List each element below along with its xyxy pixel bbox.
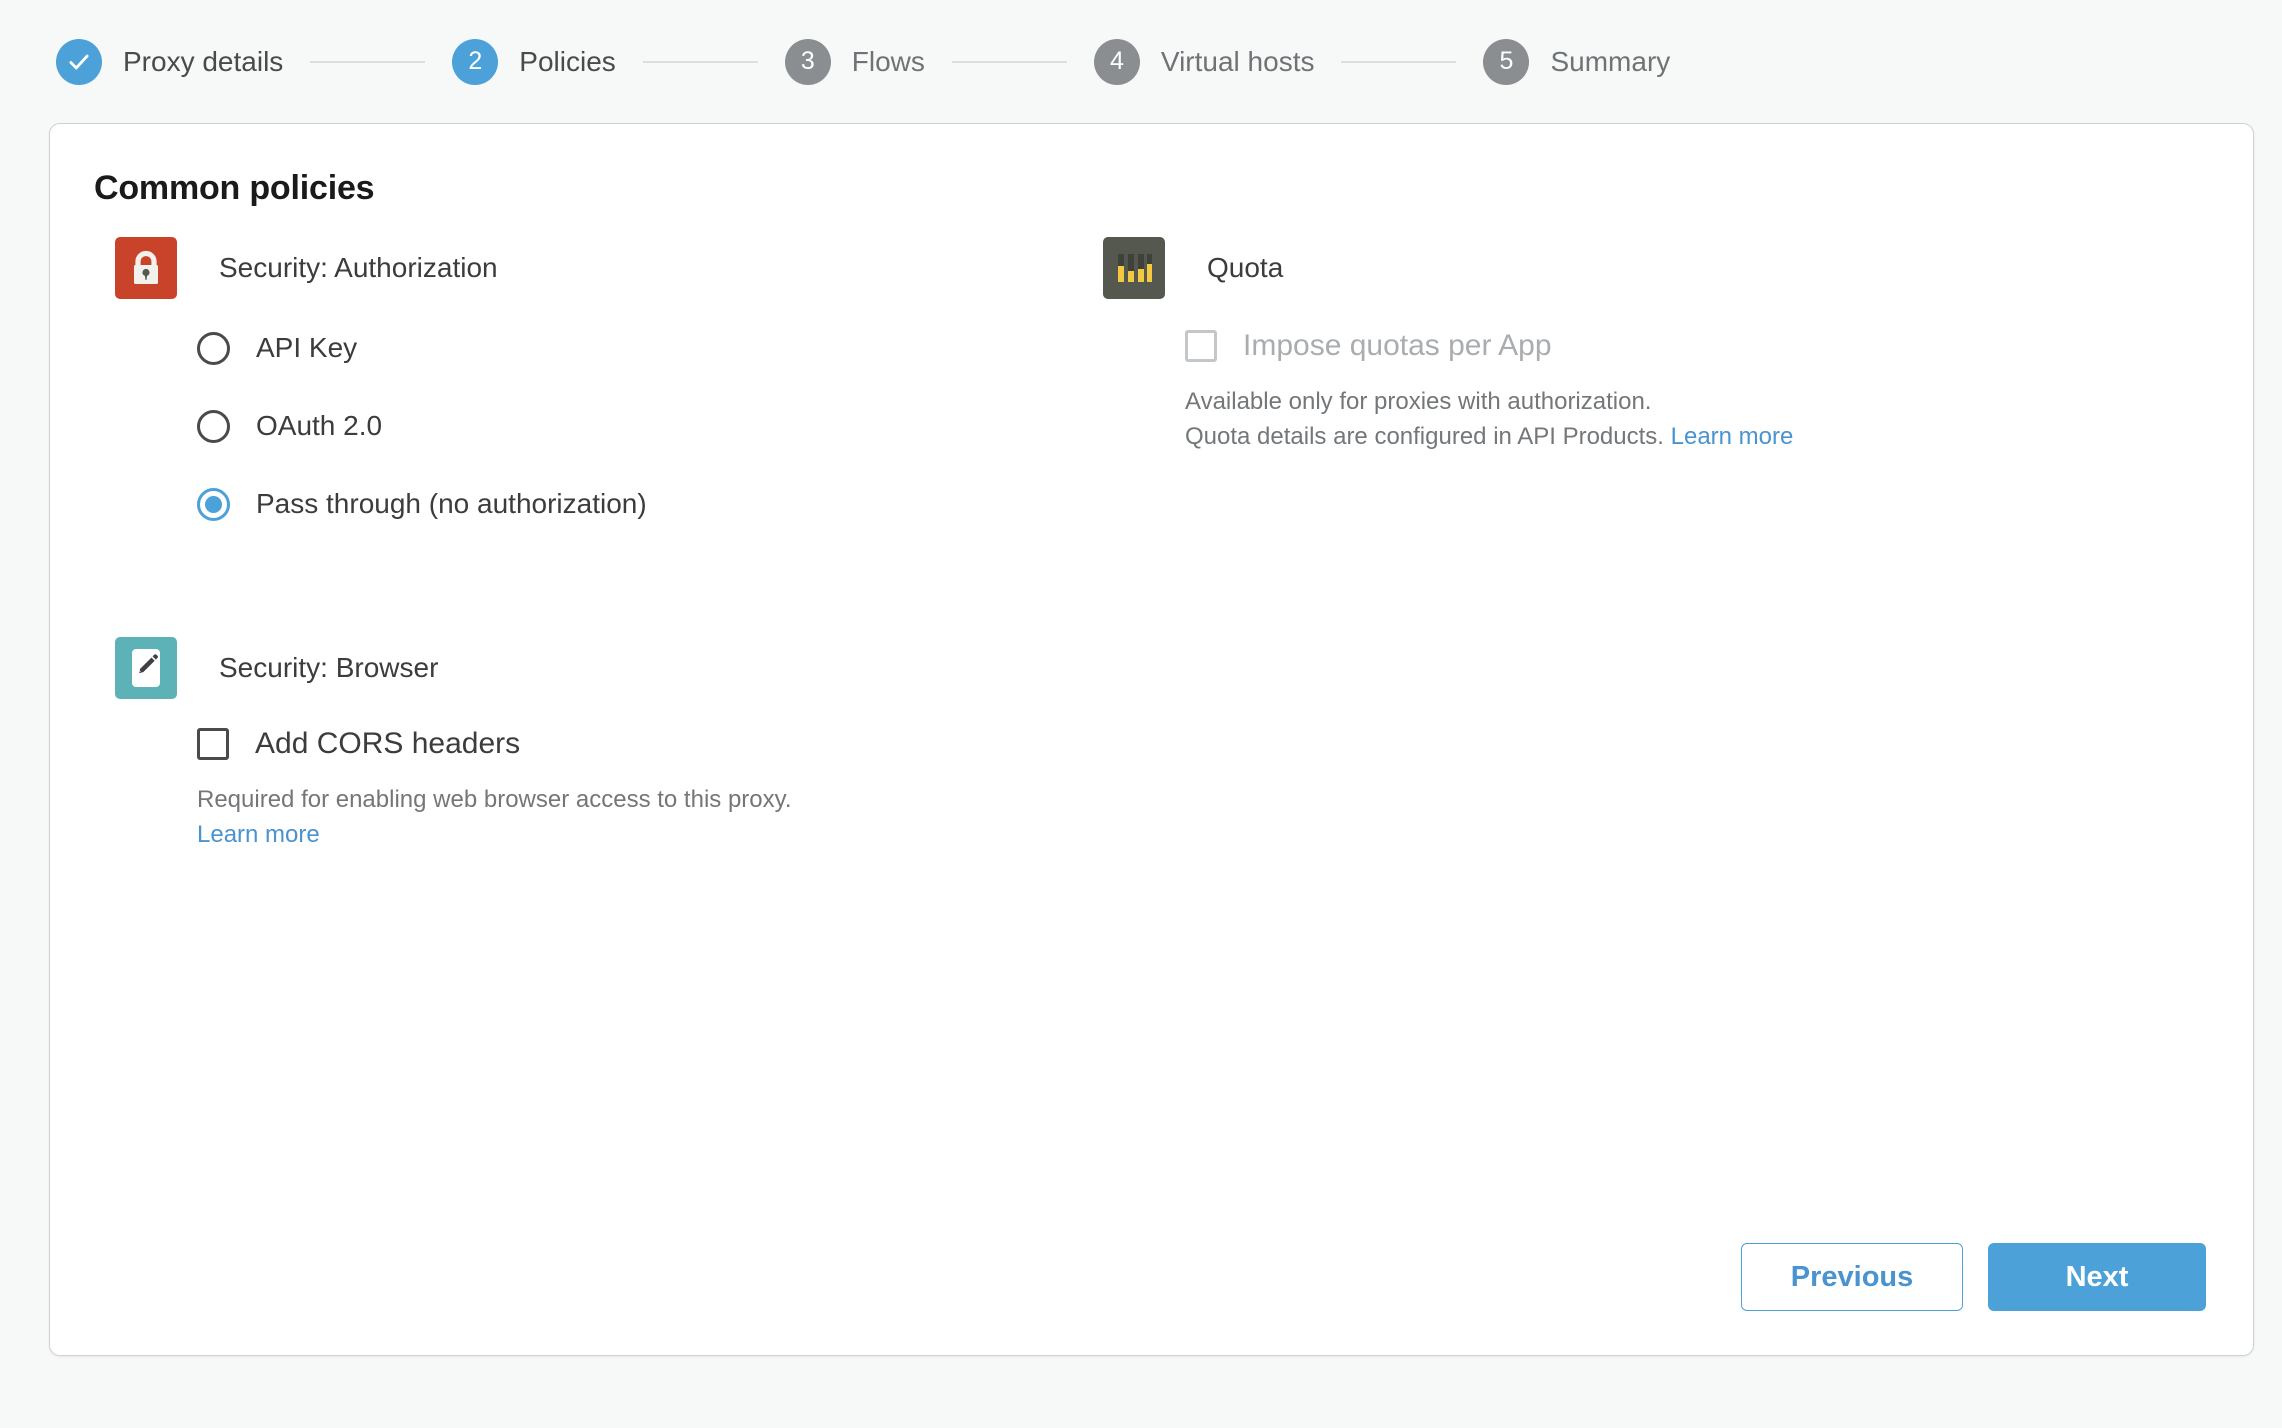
policy-group-browser: Security: Browser Add CORS headers Requi… bbox=[115, 637, 1035, 853]
policies-columns: Security: Authorization API Key OAuth 2.… bbox=[50, 237, 2253, 853]
step-label-summary: Summary bbox=[1550, 45, 1671, 77]
step-connector-4 bbox=[1341, 60, 1457, 63]
check-icon bbox=[69, 54, 89, 69]
policy-group-quota: Quota Impose quotas per App Available on… bbox=[1103, 237, 2253, 455]
page-title: Common policies bbox=[94, 169, 375, 207]
quota-helper-text: Available only for proxies with authoriz… bbox=[1185, 385, 2253, 455]
policy-header-quota: Quota bbox=[1103, 237, 2253, 299]
policy-name-browser: Security: Browser bbox=[219, 652, 439, 683]
checkbox-label-impose-quotas-per-app: Impose quotas per App bbox=[1243, 329, 1552, 362]
policy-name-authorization: Security: Authorization bbox=[219, 252, 498, 283]
step-policies[interactable]: 2 Policies bbox=[452, 38, 616, 85]
policy-header-browser: Security: Browser bbox=[115, 637, 1035, 699]
step-connector-1 bbox=[310, 60, 426, 63]
next-button[interactable]: Next bbox=[1988, 1243, 2206, 1311]
checkbox-add-cors-headers[interactable] bbox=[197, 728, 229, 760]
step-label-proxy-details: Proxy details bbox=[123, 45, 284, 77]
quota-bars-icon bbox=[1103, 237, 1165, 299]
browser-learn-more-link[interactable]: Learn more bbox=[197, 821, 320, 848]
radio-option-pass-through[interactable]: Pass through (no authorization) bbox=[197, 477, 1035, 531]
policy-header-authorization: Security: Authorization bbox=[115, 237, 1035, 299]
radio-label-api-key: API Key bbox=[256, 332, 358, 363]
pencil-icon bbox=[115, 637, 177, 699]
checkbox-row-add-cors-headers[interactable]: Add CORS headers bbox=[197, 719, 1035, 769]
step-bullet-3: 3 bbox=[784, 38, 831, 85]
radio-label-pass-through: Pass through (no authorization) bbox=[256, 488, 647, 519]
radio-oauth[interactable] bbox=[197, 409, 230, 443]
radio-label-oauth: OAuth 2.0 bbox=[256, 410, 383, 441]
policy-name-quota: Quota bbox=[1207, 252, 1284, 283]
checkbox-label-add-cors-headers: Add CORS headers bbox=[255, 727, 521, 760]
step-label-virtual-hosts: Virtual hosts bbox=[1160, 45, 1315, 77]
step-connector-2 bbox=[642, 60, 758, 63]
browser-options: Add CORS headers Required for enabling w… bbox=[115, 719, 1035, 853]
checkbox-row-impose-quotas: Impose quotas per App bbox=[1185, 321, 2253, 371]
step-summary[interactable]: 5 Summary bbox=[1483, 38, 1671, 85]
browser-helper-text: Required for enabling web browser access… bbox=[197, 783, 1035, 853]
radio-api-key[interactable] bbox=[197, 331, 230, 365]
browser-helper-line: Required for enabling web browser access… bbox=[197, 786, 792, 813]
radio-option-api-key[interactable]: API Key bbox=[197, 321, 1035, 375]
checkbox-impose-quotas-per-app bbox=[1185, 330, 1217, 362]
step-connector-3 bbox=[951, 60, 1067, 63]
quota-learn-more-link[interactable]: Learn more bbox=[1671, 423, 1794, 450]
policy-group-authorization: Security: Authorization API Key OAuth 2.… bbox=[115, 237, 1035, 531]
step-label-policies: Policies bbox=[519, 45, 616, 77]
step-bullet-4: 4 bbox=[1093, 38, 1140, 85]
radio-pass-through[interactable] bbox=[197, 487, 230, 521]
step-bullet-check bbox=[56, 38, 102, 85]
authorization-radio-group: API Key OAuth 2.0 Pass through (no autho… bbox=[115, 321, 1035, 531]
wizard-stepper: Proxy details 2 Policies 3 Flows 4 Virtu… bbox=[0, 0, 2282, 123]
step-flows[interactable]: 3 Flows bbox=[784, 38, 925, 85]
policies-card: Common policies Security: Authorization bbox=[49, 123, 2254, 1356]
lock-icon bbox=[115, 237, 177, 299]
quota-helper-line-1: Available only for proxies with authoriz… bbox=[1185, 388, 1652, 415]
left-column: Security: Authorization API Key OAuth 2.… bbox=[50, 237, 1035, 853]
radio-option-oauth[interactable]: OAuth 2.0 bbox=[197, 399, 1035, 453]
quota-helper-line-2: Quota details are configured in API Prod… bbox=[1185, 422, 1664, 450]
quota-options: Impose quotas per App Available only for… bbox=[1103, 321, 2253, 455]
card-footer: Previous Next bbox=[1741, 1243, 2206, 1311]
previous-button[interactable]: Previous bbox=[1741, 1243, 1963, 1311]
right-column: Quota Impose quotas per App Available on… bbox=[1035, 237, 2253, 853]
step-bullet-5: 5 bbox=[1483, 38, 1530, 85]
quota-helper-line-2-wrap: Quota details are configured in API Prod… bbox=[1185, 420, 2253, 455]
step-bullet-2: 2 bbox=[452, 38, 499, 85]
step-label-flows: Flows bbox=[851, 45, 925, 77]
step-virtual-hosts[interactable]: 4 Virtual hosts bbox=[1093, 38, 1315, 85]
step-proxy-details[interactable]: Proxy details bbox=[56, 38, 284, 85]
